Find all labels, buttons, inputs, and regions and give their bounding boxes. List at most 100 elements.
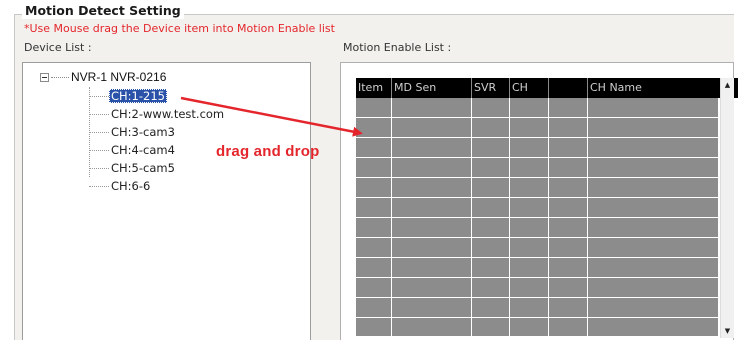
- drag-and-drop-label: drag and drop: [216, 143, 320, 160]
- table-cell: [549, 298, 588, 317]
- table-cell: [392, 238, 472, 257]
- tree-connector: [51, 77, 69, 78]
- tree-root-node[interactable]: NVR-1 NVR-0216: [40, 70, 166, 84]
- table-row[interactable]: [356, 118, 718, 138]
- table-cell: [472, 278, 510, 297]
- tree-connector: [89, 131, 109, 133]
- table-cell: [549, 218, 588, 237]
- table-cell: [472, 298, 510, 317]
- triangle-down-icon[interactable]: ▼: [721, 324, 734, 338]
- table-cell: [392, 178, 472, 197]
- table-cell: [392, 118, 472, 137]
- column-header-ch-name[interactable]: CH Name: [588, 78, 738, 98]
- device-list-label: Device List :: [24, 41, 92, 54]
- table-cell: [510, 278, 549, 297]
- table-cell: [549, 278, 588, 297]
- table-cell: [588, 238, 718, 257]
- tree-connector: [89, 149, 109, 151]
- device-tree[interactable]: NVR-1 NVR-0216 CH:1-215 CH:2-www.test.co…: [22, 62, 311, 340]
- table-cell: [588, 98, 718, 117]
- tree-item-label: CH:2-www.test.com: [111, 107, 225, 121]
- table-cell: [549, 118, 588, 137]
- column-header-item[interactable]: Item: [356, 78, 392, 98]
- tree-item-ch4[interactable]: CH:4-cam4: [89, 142, 177, 158]
- motion-enable-grid[interactable]: Item MD Sen SVR CH CH Name: [356, 78, 738, 338]
- table-cell: [392, 198, 472, 217]
- table-cell: [588, 218, 718, 237]
- table-cell: [356, 218, 392, 237]
- table-cell: [510, 98, 549, 117]
- table-cell: [549, 318, 588, 337]
- table-row[interactable]: [356, 218, 718, 238]
- table-cell: [588, 198, 718, 217]
- column-header-ch[interactable]: CH: [510, 78, 549, 98]
- table-cell: [472, 318, 510, 337]
- table-cell: [392, 278, 472, 297]
- table-cell: [510, 198, 549, 217]
- table-cell: [392, 258, 472, 277]
- table-row[interactable]: [356, 258, 718, 278]
- table-cell: [510, 318, 549, 337]
- table-cell: [356, 138, 392, 157]
- table-row[interactable]: [356, 198, 718, 218]
- tree-item-label: CH:1-215: [109, 89, 167, 103]
- table-row[interactable]: [356, 178, 718, 198]
- table-cell: [472, 178, 510, 197]
- table-cell: [549, 138, 588, 157]
- tree-item-ch3[interactable]: CH:3-cam3: [89, 124, 177, 140]
- grid-header: Item MD Sen SVR CH CH Name: [356, 78, 738, 98]
- tree-item-label: CH:3-cam3: [111, 125, 175, 139]
- tree-connector: [89, 95, 109, 97]
- table-cell: [356, 158, 392, 177]
- table-row[interactable]: [356, 158, 718, 178]
- triangle-up-icon[interactable]: ▲: [721, 78, 734, 92]
- table-cell: [588, 118, 718, 137]
- table-cell: [392, 98, 472, 117]
- table-cell: [588, 278, 718, 297]
- drag-hint-text: *Use Mouse drag the Device item into Mot…: [24, 22, 335, 35]
- tree-item-label: CH:4-cam4: [111, 143, 175, 157]
- table-row[interactable]: [356, 238, 718, 258]
- table-row[interactable]: [356, 318, 718, 338]
- table-cell: [472, 238, 510, 257]
- motion-detect-page: Motion Detect Setting *Use Mouse drag th…: [0, 0, 738, 340]
- tree-item-ch6[interactable]: CH:6-6: [89, 178, 152, 194]
- table-cell: [588, 138, 718, 157]
- table-cell: [356, 118, 392, 137]
- table-cell: [392, 218, 472, 237]
- tree-item-ch1[interactable]: CH:1-215: [89, 88, 167, 104]
- table-cell: [549, 158, 588, 177]
- table-cell: [549, 178, 588, 197]
- table-cell: [472, 218, 510, 237]
- table-row[interactable]: [356, 278, 718, 298]
- table-cell: [392, 158, 472, 177]
- tree-connector: [89, 113, 109, 115]
- table-cell: [549, 98, 588, 117]
- table-cell: [588, 318, 718, 337]
- vertical-scrollbar[interactable]: ▲ ▼: [720, 78, 734, 338]
- table-cell: [356, 298, 392, 317]
- column-header-svr[interactable]: SVR: [472, 78, 510, 98]
- tree-item-label: CH:6-6: [111, 179, 151, 193]
- table-cell: [472, 118, 510, 137]
- table-row[interactable]: [356, 138, 718, 158]
- table-cell: [392, 298, 472, 317]
- table-cell: [356, 98, 392, 117]
- tree-item-ch5[interactable]: CH:5-cam5: [89, 160, 177, 176]
- table-cell: [588, 178, 718, 197]
- table-row[interactable]: [356, 298, 718, 318]
- column-header-blank[interactable]: [549, 78, 588, 98]
- table-cell: [510, 158, 549, 177]
- table-cell: [510, 238, 549, 257]
- tree-item-ch2[interactable]: CH:2-www.test.com: [89, 106, 226, 122]
- table-cell: [392, 318, 472, 337]
- collapse-icon[interactable]: [40, 72, 49, 82]
- table-row[interactable]: [356, 98, 718, 118]
- table-cell: [472, 98, 510, 117]
- table-cell: [472, 198, 510, 217]
- table-cell: [510, 218, 549, 237]
- grid-body[interactable]: [356, 98, 718, 338]
- motion-enable-list[interactable]: Item MD Sen SVR CH CH Name ▲ ▼: [340, 62, 738, 340]
- column-header-md-sen[interactable]: MD Sen: [392, 78, 472, 98]
- motion-enable-list-label: Motion Enable List :: [343, 41, 452, 54]
